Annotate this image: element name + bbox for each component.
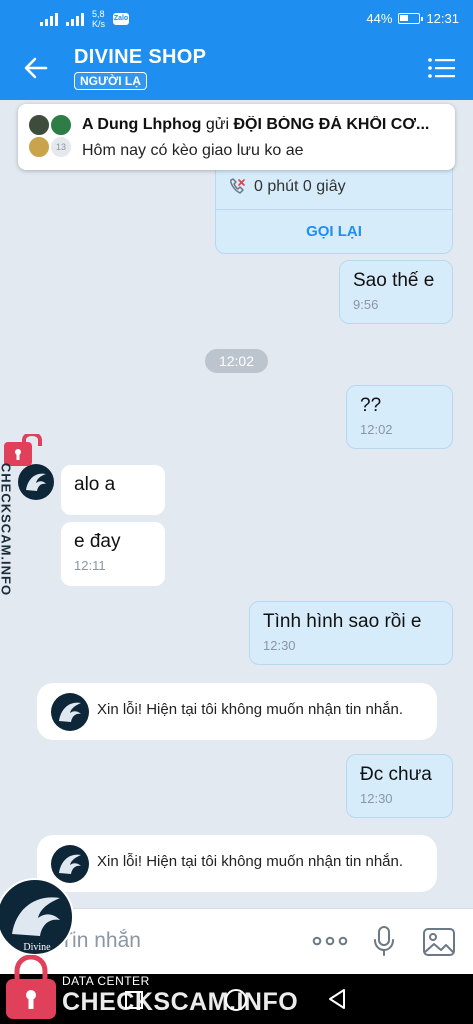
microphone-icon[interactable] [372,925,396,957]
system-message: Xin lỗi! Hiện tại tôi không muốn nhận ti… [37,683,437,740]
status-right: 44% 12:31 [366,11,459,26]
watermark-vertical: CHECKSCAM.INFO [0,462,14,597]
avatar [28,114,50,136]
status-left: 5,8 K/s Zalo [40,9,130,29]
message-bubble-received[interactable]: e đay 12:11 [61,522,165,586]
net-speed-value: 5,8 [92,9,105,19]
missed-call-icon [230,178,245,194]
watermark-data-center: DATA CENTER [62,974,150,988]
message-bubble-sent[interactable]: Tình hình sao rồi e 12:30 [249,601,453,665]
shop-avatar [51,693,89,731]
message-input[interactable] [60,929,260,953]
zalo-notification-icon: Zalo [113,13,130,25]
image-icon[interactable] [422,927,456,957]
battery-percent: 44% [366,11,393,26]
dragon-logo-icon [59,854,81,874]
system-message-text: Xin lỗi! Hiện tại tôi không muốn nhận ti… [97,701,404,718]
arrow-left-icon[interactable] [22,54,50,82]
message-text: ?? [360,395,382,416]
notice-sender: A Dung Lhphog [82,116,202,133]
nav-back-icon[interactable] [326,988,348,1010]
battery-icon [398,13,424,24]
message-time: 9:56 [353,297,379,312]
avatar [50,114,72,136]
lock-watermark-icon [6,955,56,1019]
shop-avatar [51,845,89,883]
message-text: e đay [74,531,121,552]
message-text: alo a [74,474,116,495]
clock: 12:31 [426,11,459,26]
system-message-text: Xin lỗi! Hiện tại tôi không muốn nhận ti… [97,853,404,870]
message-bubble-sent[interactable]: Sao thế e 9:56 [339,260,453,324]
notice-title: A Dung Lhphog gửi ĐỘI BÓNG ĐÁ KHỐI CƠ... [82,116,447,134]
notice-message: Hôm nay có kèo giao lưu ko ae [82,142,304,159]
message-text: Đc chưa [360,764,432,785]
dragon-logo-icon [26,473,46,491]
system-message: Xin lỗi! Hiện tại tôi không muốn nhận ti… [37,835,437,892]
status-bar: 5,8 K/s Zalo 44% 12:31 [0,0,473,38]
net-speed: 5,8 K/s [92,9,105,29]
message-time: 12:30 [263,638,296,653]
watermark-site: CHECKSCAM.INFO [62,988,299,1016]
message-bubble-sent[interactable]: Đc chưa 12:30 [346,754,453,818]
more-dots-icon[interactable] [312,931,348,951]
stranger-badge: NGƯỜI LẠ [74,72,147,90]
signal-icon-2 [66,12,84,26]
message-bubble-sent[interactable]: ?? 12:02 [346,385,453,449]
notice-group: ĐỘI BÓNG ĐÁ KHỐI CƠ... [233,116,430,133]
message-text: Tình hình sao rồi e [263,611,422,632]
time-separator: 12:02 [205,349,268,373]
avatar [28,136,50,158]
call-duration: 0 phút 0 giây [228,178,346,196]
message-bubble-received[interactable]: alo a [61,465,165,515]
message-time: 12:02 [360,422,393,437]
contact-avatar[interactable] [18,464,54,500]
group-message-notice[interactable]: 13 A Dung Lhphog gửi ĐỘI BÓNG ĐÁ KHỐI CƠ… [18,104,455,170]
message-time: 12:30 [360,791,393,806]
call-duration-text: 0 phút 0 giây [254,178,346,195]
message-time: 12:11 [74,558,106,573]
logo-text: Divine [23,942,51,953]
message-text: Sao thế e [353,270,435,291]
avatar-count: 13 [50,136,72,158]
dragon-logo-icon [59,702,81,722]
net-speed-unit: K/s [92,19,106,29]
chat-title[interactable]: DIVINE SHOP [74,46,206,69]
group-avatars: 13 [28,114,78,160]
call-back-button[interactable]: GỌI LẠI [216,209,452,253]
notice-verb: gửi [205,116,229,133]
signal-icon [40,12,58,26]
chat-header: DIVINE SHOP NGƯỜI LẠ [0,38,473,100]
list-menu-icon[interactable] [427,56,455,80]
